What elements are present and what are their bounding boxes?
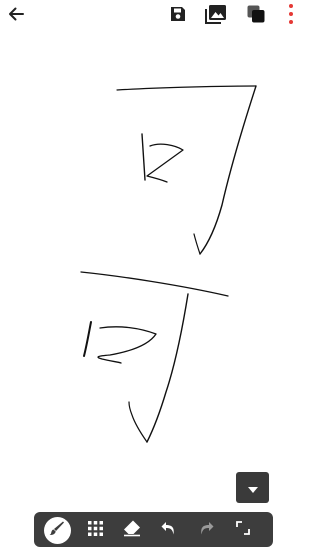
redo-button[interactable] — [191, 515, 221, 545]
drawing-toolbar — [34, 512, 273, 547]
layers-button[interactable] — [242, 2, 270, 30]
undo-button[interactable] — [154, 515, 184, 545]
brush-icon — [49, 520, 65, 540]
crop-icon — [235, 520, 251, 540]
save-icon — [168, 4, 188, 28]
more-button[interactable] — [278, 2, 304, 30]
grid-tool-button[interactable] — [80, 515, 110, 545]
undo-icon — [160, 519, 178, 541]
back-button[interactable] — [2, 2, 30, 30]
grid-icon — [87, 520, 104, 541]
brush-tool-button[interactable] — [42, 515, 72, 545]
layers-icon — [246, 4, 266, 28]
brush-tool-active-indicator — [43, 516, 71, 544]
arrow-back-icon — [6, 4, 26, 28]
redo-icon — [197, 519, 215, 541]
dropdown-toggle-button[interactable] — [236, 472, 269, 503]
eraser-icon — [122, 519, 142, 541]
top-app-bar — [0, 0, 307, 32]
handwriting-strokes — [80, 85, 257, 443]
more-vert-icon — [288, 3, 294, 29]
eraser-tool-button[interactable] — [117, 515, 147, 545]
caret-down-icon — [247, 478, 258, 497]
drawing-canvas[interactable] — [0, 32, 307, 502]
image-icon — [205, 4, 227, 28]
image-button[interactable] — [202, 2, 230, 30]
save-button[interactable] — [164, 2, 192, 30]
crop-tool-button[interactable] — [228, 515, 258, 545]
